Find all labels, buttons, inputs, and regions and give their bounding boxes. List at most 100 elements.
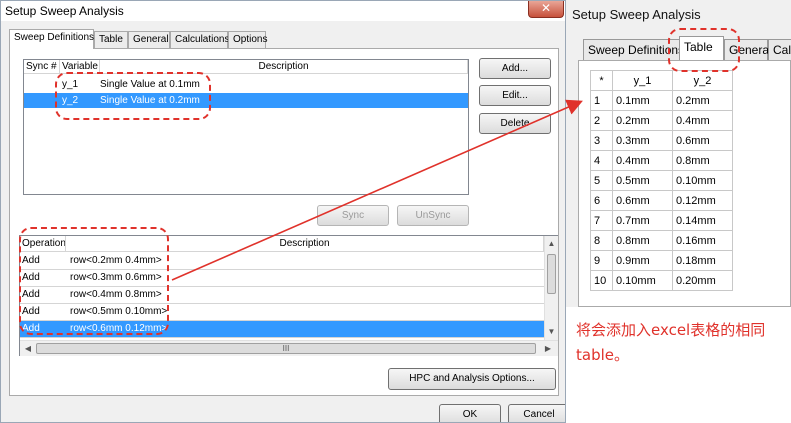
grid-row-index: 2 [590, 110, 613, 131]
grid-row[interactable]: 1 0.1mm 0.2mm [590, 90, 733, 111]
header-operation[interactable]: Operation [20, 236, 66, 252]
rtab-sweep-definitions[interactable]: Sweep Definitions [583, 39, 684, 60]
grid-header-y2[interactable]: y_2 [672, 70, 733, 91]
delete-button[interactable]: Delete [479, 113, 551, 134]
edit-button[interactable]: Edit... [479, 85, 551, 106]
grid-cell-y2[interactable]: 0.18mm [672, 250, 733, 271]
scroll-left-arrow-icon[interactable]: ◀ [22, 341, 34, 357]
operation-row-selected[interactable]: Add row<0.6mm 0.12mm> [20, 321, 544, 338]
rtab-calculations[interactable]: Cal [768, 39, 791, 60]
grid-header-y1[interactable]: y_1 [612, 70, 673, 91]
operation-cell: Add [22, 323, 40, 334]
cancel-button[interactable]: Cancel [508, 404, 565, 422]
description-cell: Single Value at 0.1mm [100, 79, 200, 90]
dialog-title: Setup Sweep Analysis [5, 4, 124, 18]
grid-row-index: 7 [590, 210, 613, 231]
scroll-down-arrow-icon[interactable]: ▼ [545, 324, 558, 340]
operation-row[interactable]: Add row<0.2mm 0.4mm> [20, 253, 544, 270]
grid-cell-y2[interactable]: 0.12mm [672, 190, 733, 211]
horizontal-scroll-thumb[interactable]: III [36, 343, 536, 354]
grid-row[interactable]: 5 0.5mm 0.10mm [590, 170, 733, 191]
annotation-caption: 将会添加入excel表格的相同table。 [576, 321, 766, 364]
op-description-cell: row<0.5mm 0.10mm> [70, 306, 168, 317]
tab-table[interactable]: Table [94, 31, 128, 48]
sync-button[interactable]: Sync [317, 205, 389, 226]
grid-cell-y1[interactable]: 0.4mm [612, 150, 673, 171]
grid-row[interactable]: 3 0.3mm 0.6mm [590, 130, 733, 151]
grid-row[interactable]: 9 0.9mm 0.18mm [590, 250, 733, 271]
header-variable[interactable]: Variable [60, 60, 100, 74]
grid-cell-y1[interactable]: 0.7mm [612, 210, 673, 231]
operation-cell: Add [22, 289, 40, 300]
operation-list[interactable]: Operation Description Add row<0.2mm 0.4m… [19, 235, 558, 356]
unsync-button[interactable]: UnSync [397, 205, 469, 226]
grid-row-index: 8 [590, 230, 613, 251]
setup-sweep-dialog: Setup Sweep Analysis ✕ Sweep Definitions… [0, 0, 566, 423]
grid-header-index[interactable]: * [590, 70, 613, 91]
grid-row[interactable]: 8 0.8mm 0.16mm [590, 230, 733, 251]
grid-cell-y1[interactable]: 0.5mm [612, 170, 673, 191]
ok-button[interactable]: OK [439, 404, 501, 422]
grid-row-index: 1 [590, 90, 613, 111]
add-button[interactable]: Add... [479, 58, 551, 79]
scroll-thumb[interactable] [547, 254, 556, 294]
grid-cell-y1[interactable]: 0.10mm [612, 270, 673, 291]
grid-cell-y1[interactable]: 0.6mm [612, 190, 673, 211]
grid-row-index: 5 [590, 170, 613, 191]
grid-cell-y1[interactable]: 0.2mm [612, 110, 673, 131]
grid-row[interactable]: 6 0.6mm 0.12mm [590, 190, 733, 211]
operation-horizontal-scrollbar[interactable]: ◀ III ▶ [20, 340, 558, 356]
grid-row-index: 3 [590, 130, 613, 151]
operation-cell: Add [22, 272, 40, 283]
rtab-general[interactable]: General [724, 39, 772, 60]
grid-cell-y1[interactable]: 0.1mm [612, 90, 673, 111]
sweep-value-grid[interactable]: * y_1 y_2 1 0.1mm 0.2mm 2 0.2mm 0.4mm 3 0.3mm… [590, 70, 733, 291]
op-description-cell: row<0.4mm 0.8mm> [70, 289, 162, 300]
op-description-cell: row<0.6mm 0.12mm> [70, 323, 168, 334]
variable-cell: y_2 [62, 95, 79, 106]
grid-cell-y2[interactable]: 0.20mm [672, 270, 733, 291]
grid-row[interactable]: 2 0.2mm 0.4mm [590, 110, 733, 131]
header-sync[interactable]: Sync # [24, 60, 60, 74]
tab-general[interactable]: General [128, 31, 170, 48]
op-description-cell: row<0.3mm 0.6mm> [70, 272, 162, 283]
operation-row[interactable]: Add row<0.5mm 0.10mm> [20, 304, 544, 321]
grid-row-index: 6 [590, 190, 613, 211]
grid-cell-y2[interactable]: 0.8mm [672, 150, 733, 171]
header-description[interactable]: Description [100, 60, 468, 74]
grid-row[interactable]: 7 0.7mm 0.14mm [590, 210, 733, 231]
grid-cell-y2[interactable]: 0.14mm [672, 210, 733, 231]
tab-sweep-definitions[interactable]: Sweep Definitions [9, 29, 94, 49]
scroll-up-arrow-icon[interactable]: ▲ [545, 236, 558, 252]
grid-cell-y2[interactable]: 0.6mm [672, 130, 733, 151]
grid-row[interactable]: 10 0.10mm 0.20mm [590, 270, 733, 291]
scroll-right-arrow-icon[interactable]: ▶ [542, 341, 554, 357]
title-bar: Setup Sweep Analysis ✕ [1, 1, 565, 21]
grid-cell-y2[interactable]: 0.2mm [672, 90, 733, 111]
grid-cell-y1[interactable]: 0.3mm [612, 130, 673, 151]
tab-options[interactable]: Options [228, 31, 267, 48]
sweep-row[interactable]: y_1 Single Value at 0.1mm [24, 77, 468, 92]
header-op-description[interactable]: Description [66, 236, 544, 252]
operation-row[interactable]: Add row<0.4mm 0.8mm> [20, 287, 544, 304]
grid-cell-y1[interactable]: 0.8mm [612, 230, 673, 251]
description-cell: Single Value at 0.2mm [100, 95, 200, 106]
grid-cell-y2[interactable]: 0.16mm [672, 230, 733, 251]
rtab-table[interactable]: Table [679, 36, 724, 60]
sweep-definitions-list[interactable]: Sync # Variable Description y_1 Single V… [23, 59, 469, 195]
grid-cell-y2[interactable]: 0.10mm [672, 170, 733, 191]
grid-cell-y2[interactable]: 0.4mm [672, 110, 733, 131]
operation-cell: Add [22, 255, 40, 266]
operation-row[interactable]: Add row<0.3mm 0.6mm> [20, 270, 544, 287]
grid-row-index: 9 [590, 250, 613, 271]
grid-cell-y1[interactable]: 0.9mm [612, 250, 673, 271]
tab-calculations[interactable]: Calculations [170, 31, 229, 48]
operation-cell: Add [22, 306, 40, 317]
close-button[interactable]: ✕ [528, 1, 564, 18]
grid-row-index: 10 [590, 270, 613, 291]
sweep-row-selected[interactable]: y_2 Single Value at 0.2mm [24, 93, 468, 108]
hpc-options-button[interactable]: HPC and Analysis Options... [388, 368, 556, 390]
operation-vertical-scrollbar[interactable]: ▲ ▼ [544, 236, 558, 340]
op-description-cell: row<0.2mm 0.4mm> [70, 255, 162, 266]
grid-row[interactable]: 4 0.4mm 0.8mm [590, 150, 733, 171]
